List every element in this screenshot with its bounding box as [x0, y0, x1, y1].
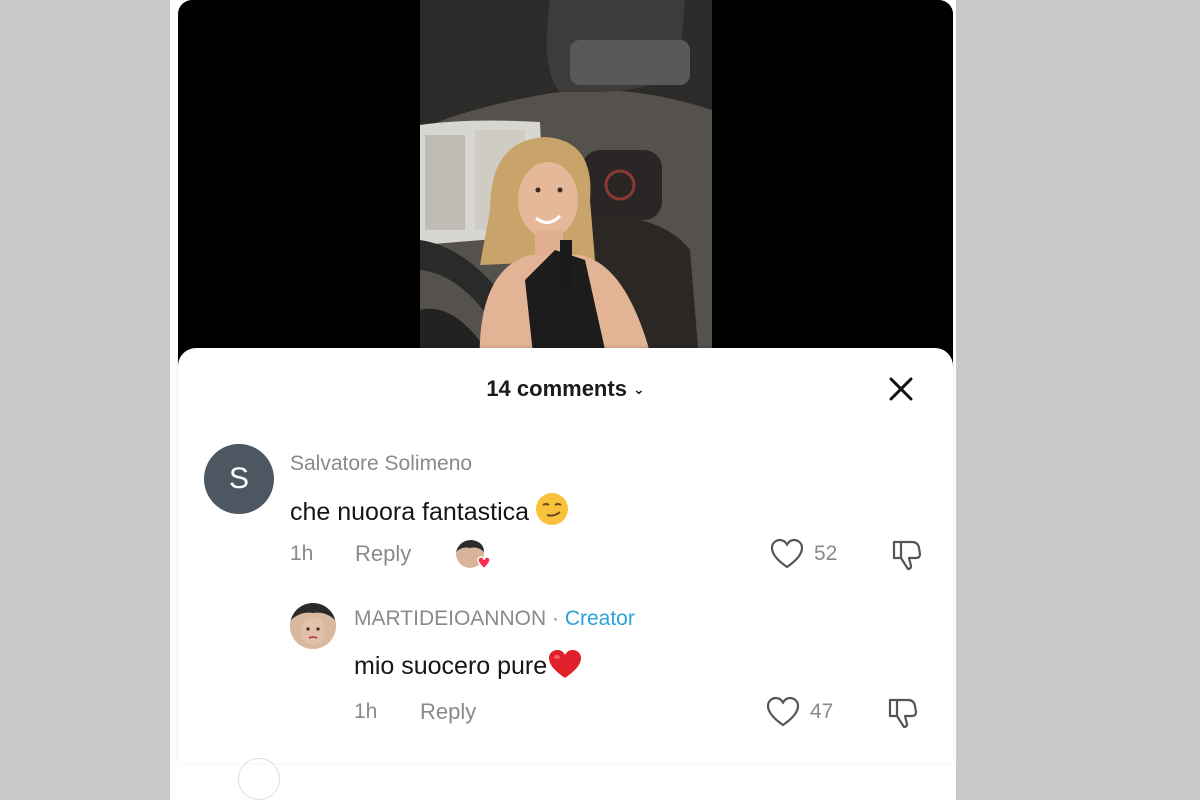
red-heart-emoji-icon: [549, 650, 582, 678]
username-separator: ·: [546, 607, 565, 630]
comments-header[interactable]: 14 comments ⌄: [178, 376, 953, 402]
chevron-down-icon: ⌄: [632, 381, 645, 397]
reply-time: 1h: [354, 700, 378, 723]
heart-outline-icon[interactable]: [766, 696, 800, 728]
like-count: 52: [814, 542, 838, 565]
close-icon[interactable]: [887, 375, 915, 403]
video-still-image: [420, 0, 712, 372]
creator-liked-avatar-icon: [456, 540, 491, 570]
creator-avatar[interactable]: [290, 603, 336, 649]
comment-text: che nuoora fantastica: [290, 492, 569, 527]
reply-username[interactable]: MARTIDEIOANNON: [354, 607, 546, 630]
avatar[interactable]: S: [204, 444, 274, 514]
creator-avatar-image: [290, 603, 336, 649]
comment-time: 1h: [290, 542, 314, 565]
video-frame: [420, 0, 712, 372]
video-player[interactable]: [178, 0, 953, 372]
like-count: 47: [810, 700, 834, 723]
smirk-emoji-icon: [536, 493, 569, 525]
avatar-letter: S: [228, 462, 249, 495]
reply-username-line: MARTIDEIOANNON · Creator: [354, 607, 635, 631]
comments-sheet: 14 comments ⌄ S Salvatore Solimeno che nu…: [178, 348, 953, 800]
creator-badge: Creator: [564, 607, 635, 630]
thumbs-down-icon[interactable]: [890, 538, 924, 572]
thumbs-down-icon[interactable]: [886, 696, 920, 730]
reply-text: mio suocero pure: [354, 648, 583, 681]
reply-text-content: mio suocero pure: [354, 652, 548, 680]
next-comment-avatar[interactable]: [238, 758, 280, 800]
comment-username[interactable]: Salvatore Solimeno: [290, 452, 472, 476]
phone-screen: 14 comments ⌄ S Salvatore Solimeno che nu…: [170, 0, 956, 800]
comments-count: 14 comments: [486, 376, 627, 401]
heart-outline-icon[interactable]: [770, 538, 804, 570]
reply-button[interactable]: Reply: [420, 699, 476, 725]
reply-button[interactable]: Reply: [355, 541, 411, 567]
comment-text-content: che nuoora fantastica: [290, 498, 530, 526]
